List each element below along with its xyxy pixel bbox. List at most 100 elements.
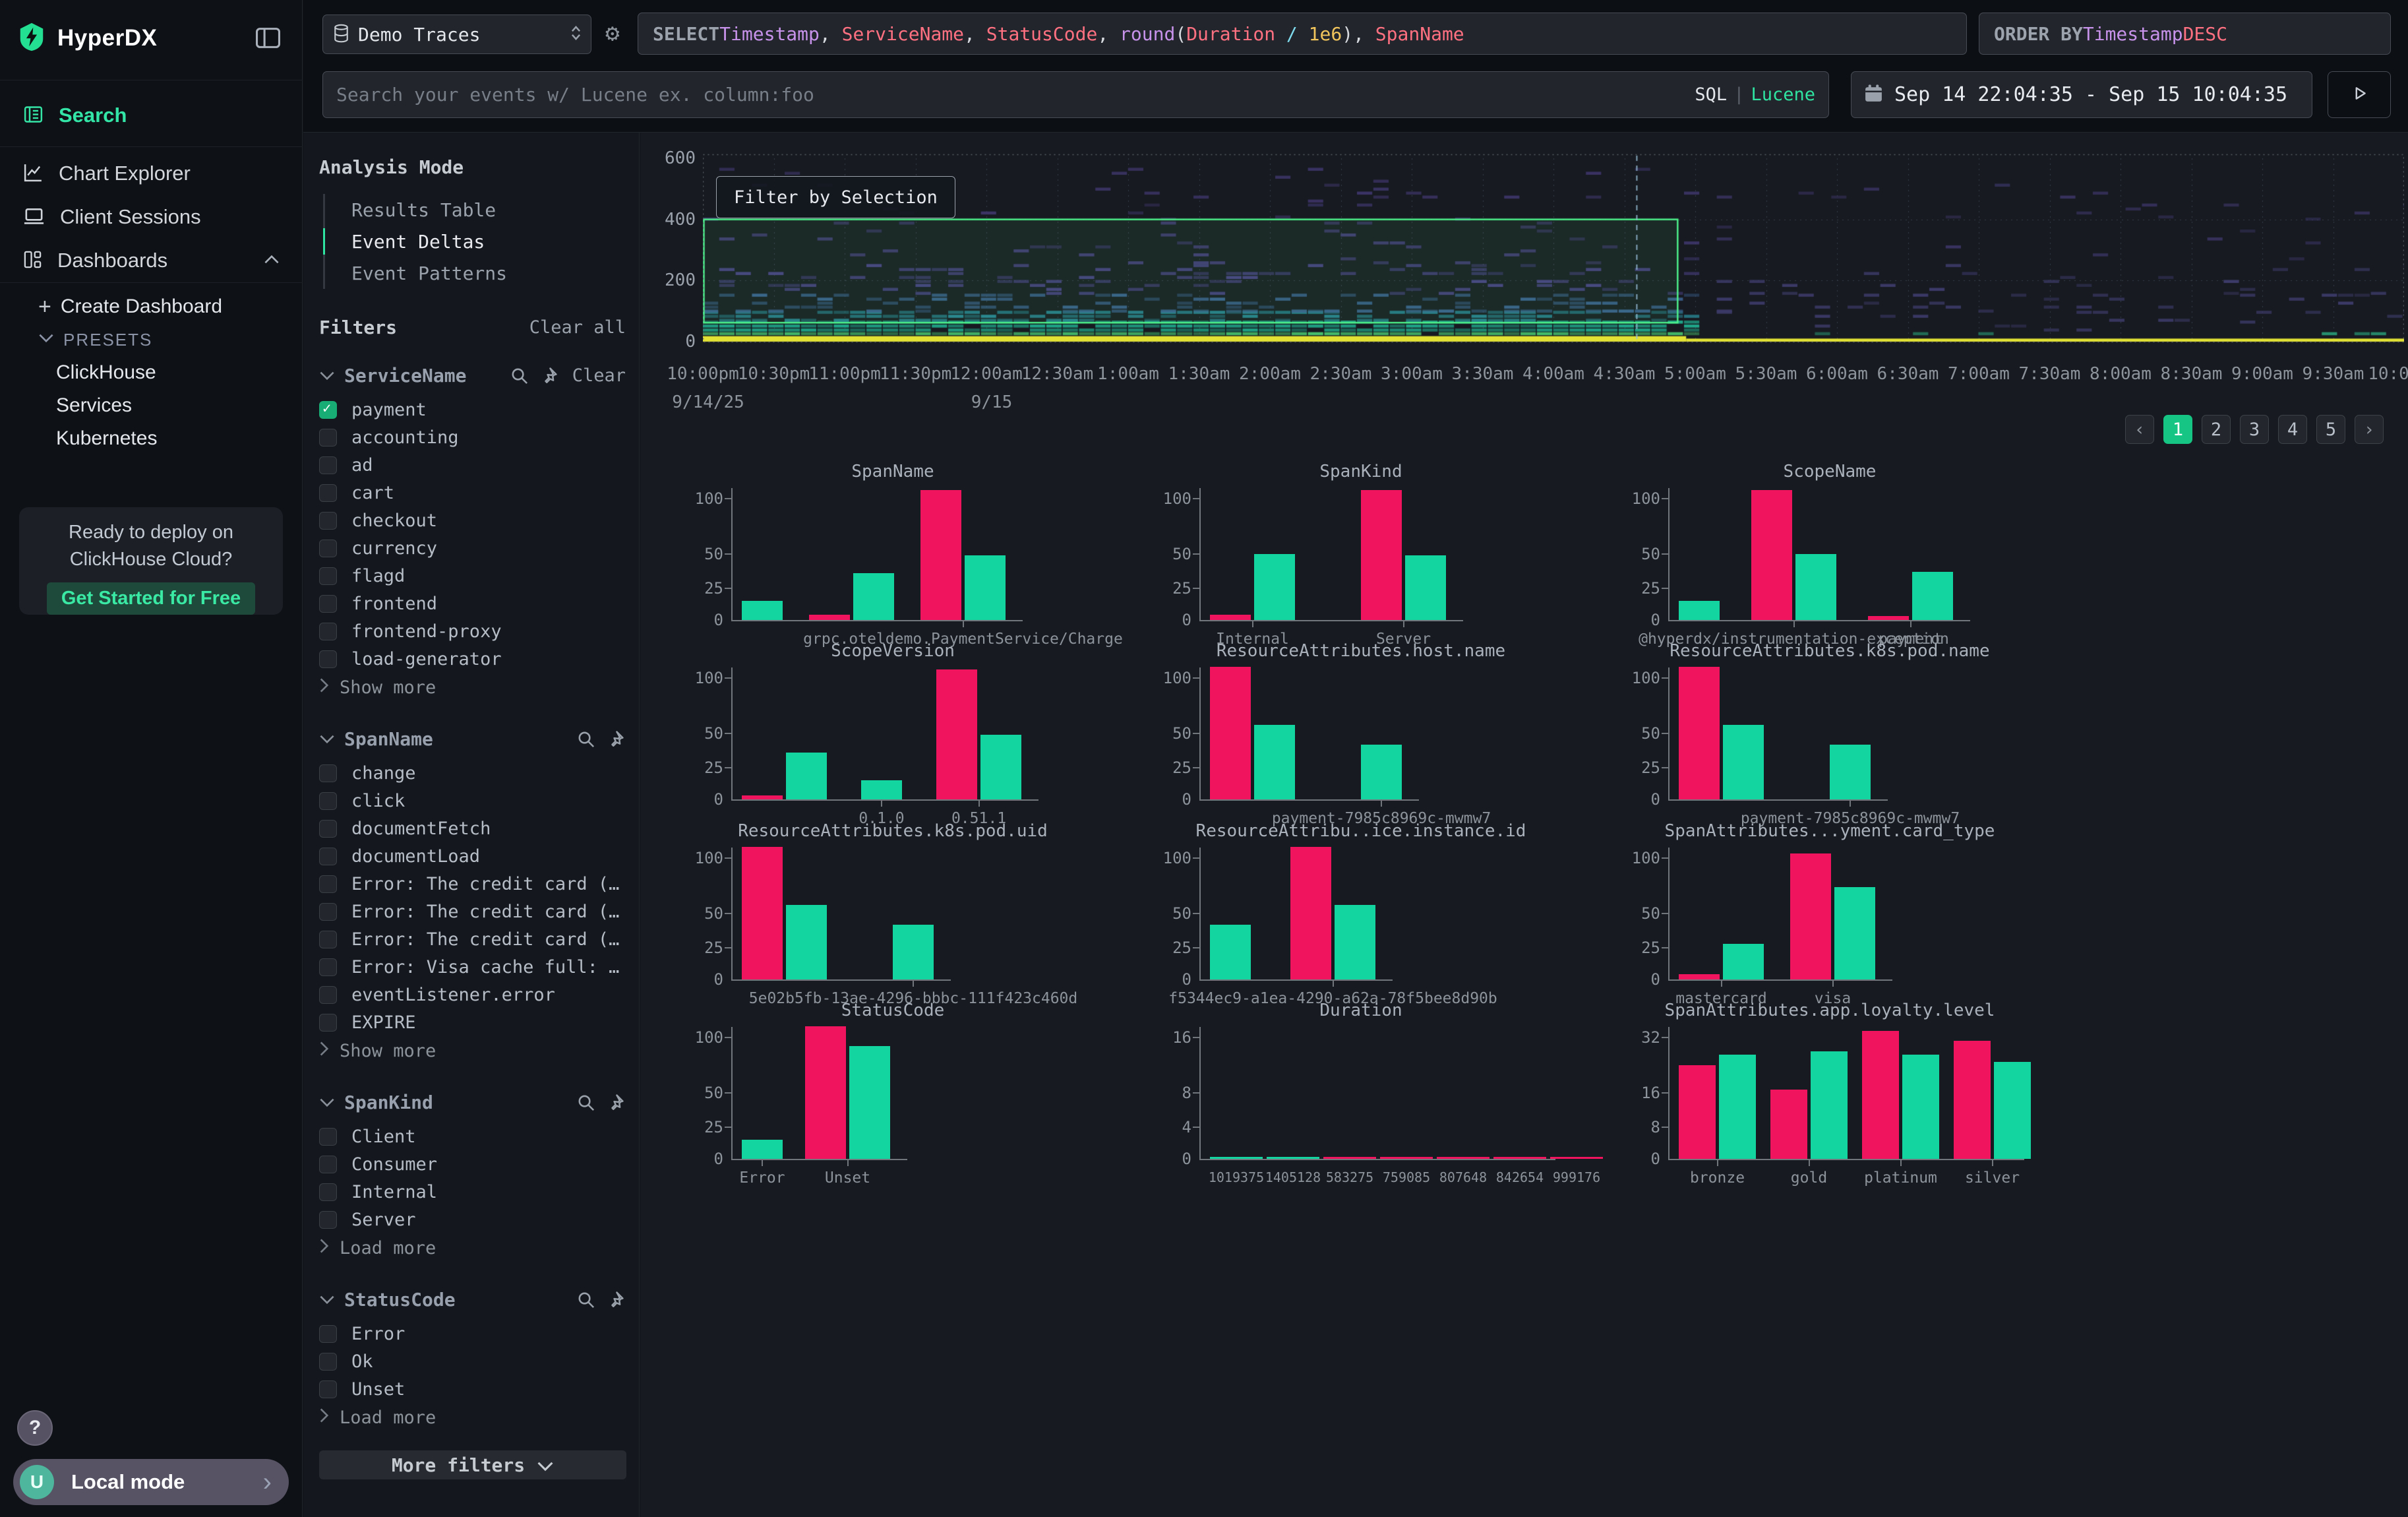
checkbox: [319, 1183, 337, 1201]
help-button[interactable]: ?: [17, 1410, 53, 1446]
preset-clickhouse[interactable]: ClickHouse: [0, 356, 302, 389]
facet-show-more[interactable]: Show more: [319, 1036, 626, 1065]
more-filters-button[interactable]: More filters: [319, 1450, 626, 1479]
page-4-button[interactable]: 4: [2278, 415, 2307, 444]
collapse-sidebar-icon[interactable]: [256, 28, 280, 51]
filter-option-documentfetch[interactable]: documentFetch: [319, 815, 626, 842]
sidebar-item-search[interactable]: Search: [0, 94, 302, 137]
filter-option-client[interactable]: Client: [319, 1123, 626, 1150]
sidebar-item-client-sessions[interactable]: Client Sessions: [0, 195, 302, 239]
run-query-button[interactable]: [2328, 71, 2391, 118]
mode-sql[interactable]: SQL: [1695, 84, 1727, 105]
create-dashboard-button[interactable]: +Create Dashboard: [0, 290, 302, 323]
filter-option-error-the-credit-card-[interactable]: Error: The credit card (…: [319, 898, 626, 925]
filter-option-accounting[interactable]: accounting: [319, 423, 626, 451]
filter-option-error-the-credit-card-[interactable]: Error: The credit card (…: [319, 925, 626, 953]
get-started-button[interactable]: Get Started for Free: [47, 582, 255, 615]
order-by-input[interactable]: ORDER BY Timestamp DESC: [1979, 13, 2391, 55]
mini-chart-spankind: SpanKind25501000InternalServer: [1160, 462, 1562, 641]
preset-services[interactable]: Services: [0, 389, 302, 422]
facet-pin-icon[interactable]: [605, 1289, 626, 1310]
facet-search-icon[interactable]: [576, 1289, 596, 1310]
filter-option-frontend[interactable]: frontend: [319, 590, 626, 617]
filter-option-error-visa-cache-full-[interactable]: Error: Visa cache full: …: [319, 953, 626, 981]
filter-option-checkout[interactable]: checkout: [319, 507, 626, 534]
preset-kubernetes[interactable]: Kubernetes: [0, 422, 302, 455]
heatmap-x-tick: 8:30am: [2161, 364, 2223, 384]
filter-option-unset[interactable]: Unset: [319, 1375, 626, 1403]
chart-title: ResourceAttributes.k8s.pod.name: [1629, 641, 2031, 661]
y-tick-label: 0: [714, 611, 723, 629]
facet-pin-icon[interactable]: [605, 1092, 626, 1113]
chevron-down-icon[interactable]: [319, 734, 335, 744]
filter-option-payment[interactable]: payment: [319, 396, 626, 423]
filter-option-consumer[interactable]: Consumer: [319, 1150, 626, 1178]
chevron-down-icon[interactable]: [319, 1098, 335, 1107]
query-language-toggle[interactable]: SQL|Lucene: [1695, 84, 1815, 105]
bar-pink: [1770, 1090, 1807, 1159]
preset-label: Kubernetes: [56, 427, 157, 450]
facet-search-icon[interactable]: [509, 365, 529, 386]
facet-search-icon[interactable]: [576, 729, 596, 749]
analysis-mode-results-table[interactable]: Results Table: [325, 194, 626, 226]
facet-show-more[interactable]: Show more: [319, 673, 626, 702]
mode-lucene[interactable]: Lucene: [1751, 84, 1815, 105]
filter-option-eventlistener-error[interactable]: eventListener.error: [319, 981, 626, 1008]
filter-option-change[interactable]: change: [319, 759, 626, 787]
page-prev-button[interactable]: ‹: [2125, 415, 2154, 444]
page-next-button[interactable]: ›: [2355, 415, 2384, 444]
filter-option-cart[interactable]: cart: [319, 479, 626, 507]
page-1-button[interactable]: 1: [2163, 415, 2192, 444]
filter-option-currency[interactable]: currency: [319, 534, 626, 562]
y-axis: [731, 1027, 733, 1160]
account-menu[interactable]: U Local mode ›: [13, 1459, 289, 1505]
facet-load-more[interactable]: Load more: [319, 1403, 626, 1432]
page-3-button[interactable]: 3: [2240, 415, 2269, 444]
heatmap-x-tick: 9:00am: [2231, 364, 2293, 384]
facet-load-more[interactable]: Load more: [319, 1233, 626, 1262]
facet-pin-icon[interactable]: [605, 729, 626, 749]
time-range-picker[interactable]: Sep 14 22:04:35 - Sep 15 10:04:35: [1851, 71, 2312, 118]
analysis-mode-event-patterns[interactable]: Event Patterns: [325, 257, 626, 289]
facet-search-icon[interactable]: [576, 1092, 596, 1113]
event-deltas-heatmap[interactable]: [703, 154, 2404, 345]
checkbox: [319, 848, 337, 865]
sidebar-item-chart-explorer[interactable]: Chart Explorer: [0, 152, 302, 195]
facet-pin-icon[interactable]: [539, 365, 559, 386]
checkbox: [319, 875, 337, 893]
page-5-button[interactable]: 5: [2316, 415, 2345, 444]
filter-option-frontend-proxy[interactable]: frontend-proxy: [319, 617, 626, 645]
facet-statuscode: StatusCode Error Ok Unset Load more: [319, 1289, 626, 1432]
filter-option-error-the-credit-card-[interactable]: Error: The credit card (…: [319, 870, 626, 898]
filter-option-label: currency: [351, 538, 437, 559]
facet-clear-button[interactable]: Clear: [572, 365, 626, 386]
sql-select-input[interactable]: SELECT Timestamp, ServiceName, StatusCod…: [638, 13, 1967, 55]
analysis-mode-event-deltas[interactable]: Event Deltas: [325, 226, 626, 257]
page-2-button[interactable]: 2: [2202, 415, 2231, 444]
filter-option-click[interactable]: click: [319, 787, 626, 815]
clear-all-button[interactable]: Clear all: [529, 317, 626, 338]
y-tick-label: 16: [1172, 1028, 1191, 1047]
filter-option-internal[interactable]: Internal: [319, 1178, 626, 1206]
filter-option-documentload[interactable]: documentLoad: [319, 842, 626, 870]
filter-option-ok[interactable]: Ok: [319, 1347, 626, 1375]
heatmap-x-tick: 10:00am: [2368, 364, 2408, 384]
gear-icon[interactable]: ⚙: [605, 20, 620, 47]
data-source-select[interactable]: Demo Traces: [322, 15, 591, 54]
facet-name: SpanName: [344, 728, 433, 750]
filter-option-load-generator[interactable]: load-generator: [319, 645, 626, 673]
filter-option-flagd[interactable]: flagd: [319, 562, 626, 590]
sidebar-item-dashboards[interactable]: Dashboards: [0, 239, 302, 282]
filter-option-label: checkout: [351, 511, 437, 531]
filter-option-server[interactable]: Server: [319, 1206, 626, 1233]
filter-option-label: cart: [351, 483, 394, 503]
filter-by-selection-button[interactable]: Filter by Selection: [716, 176, 955, 218]
filter-option-expire[interactable]: EXPIRE: [319, 1008, 626, 1036]
chart-title: SpanAttributes...yment.card_type: [1629, 821, 2031, 841]
chevron-down-icon[interactable]: [319, 371, 335, 381]
presets-toggle[interactable]: PRESETS: [0, 323, 302, 356]
search-input[interactable]: [336, 84, 1695, 106]
filter-option-error[interactable]: Error: [319, 1320, 626, 1347]
chevron-down-icon[interactable]: [319, 1295, 335, 1305]
filter-option-ad[interactable]: ad: [319, 451, 626, 479]
